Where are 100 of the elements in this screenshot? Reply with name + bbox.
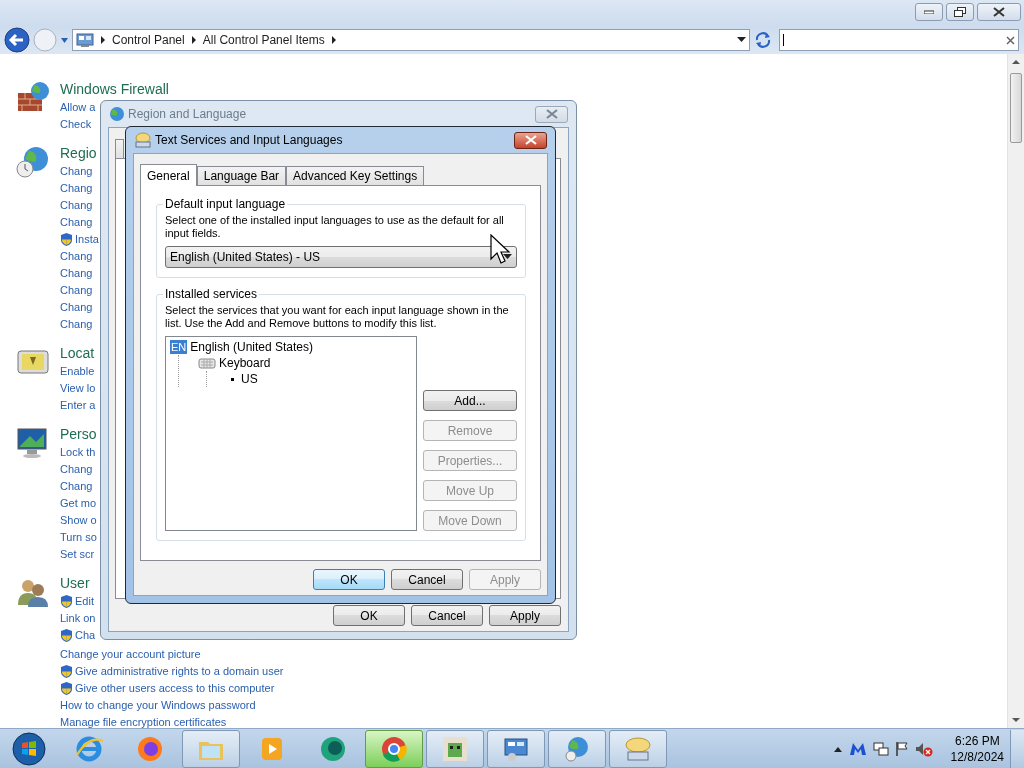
category-link[interactable]: Change your account picture <box>60 646 201 663</box>
tab[interactable]: General <box>140 164 197 186</box>
category-link[interactable]: Chang <box>60 248 93 265</box>
taskbar-button[interactable] <box>365 729 423 768</box>
category-link[interactable]: Show o <box>60 512 97 529</box>
dropdown-icon <box>503 254 512 260</box>
globe-icon <box>109 106 125 122</box>
window-title: Text Services and Input Languages <box>155 132 344 149</box>
tab[interactable]: Advanced Key Settings <box>286 166 425 185</box>
category-link[interactable]: Chang <box>60 197 93 214</box>
taskbar-button[interactable] <box>487 729 545 768</box>
dialog-button[interactable]: Cancel <box>411 605 483 626</box>
close-icon <box>993 7 1005 17</box>
text-cursor <box>783 33 785 47</box>
taskbar-button[interactable] <box>426 729 484 768</box>
restore-icon <box>954 7 966 17</box>
group-description: Select the services that you want for each input language shown in the list. Use the Add and Remove buttons to modify this list. <box>165 304 510 330</box>
back-button[interactable] <box>4 27 30 53</box>
category-link[interactable]: Lock th <box>60 444 96 461</box>
scrollbar-thumb[interactable] <box>1010 73 1022 143</box>
taskbar-button[interactable] <box>182 729 240 768</box>
network-icon[interactable] <box>872 740 889 757</box>
flag-icon[interactable] <box>894 740 909 757</box>
category-link[interactable]: Get mo <box>60 495 97 512</box>
keyboard-icon <box>198 356 216 370</box>
category-title[interactable]: Locat <box>60 343 95 363</box>
close-button[interactable] <box>977 3 1021 21</box>
search-field[interactable] <box>779 29 1019 51</box>
tab[interactable] <box>115 139 124 158</box>
refresh-icon[interactable] <box>753 30 773 50</box>
category-link[interactable]: Turn so <box>60 529 97 546</box>
category-link[interactable]: Insta <box>60 231 99 248</box>
category-link[interactable]: Check <box>60 116 92 133</box>
language-dropdown[interactable]: English (United States) - US <box>165 246 517 268</box>
monitor-icon <box>16 426 50 460</box>
chevron-icon[interactable] <box>190 36 197 44</box>
close-icon <box>524 135 537 145</box>
category-link[interactable]: Allow a <box>60 99 96 116</box>
address-field[interactable]: Control Panel All Control Panel Items <box>72 29 750 51</box>
taskbar-button[interactable] <box>548 729 606 768</box>
dropdown-icon[interactable] <box>737 37 746 43</box>
category-title[interactable]: User <box>60 573 90 593</box>
clock-date: 12/8/2024 <box>950 748 1004 765</box>
category-link[interactable]: Set scr <box>60 546 95 563</box>
breadcrumb-item[interactable]: All Control Panel Items <box>202 31 325 49</box>
category-link[interactable]: Chang <box>60 214 93 231</box>
category-title[interactable]: Windows Firewall <box>60 79 169 99</box>
category-link[interactable]: Chang <box>60 461 93 478</box>
chevron-icon[interactable] <box>100 36 106 44</box>
category-link[interactable]: How to change your Windows password <box>60 697 256 714</box>
group-label: Default input language <box>163 197 288 212</box>
history-dropdown-icon[interactable] <box>60 36 69 44</box>
dialog-button[interactable]: Add... <box>423 390 517 411</box>
app-icon <box>319 734 347 763</box>
shield-icon <box>60 682 73 695</box>
category-link[interactable]: Edit <box>60 593 94 610</box>
category-link[interactable]: Chang <box>60 163 93 180</box>
category-link[interactable]: Manage file encryption certificates <box>60 714 227 731</box>
shield-icon <box>60 629 73 642</box>
window-title: Region and Language <box>128 106 248 123</box>
category-link[interactable]: Cha <box>60 627 96 644</box>
category-link[interactable]: Give administrative rights to a domain user <box>60 663 284 680</box>
category-title[interactable]: Perso <box>60 424 97 444</box>
breadcrumb-item[interactable]: Control Panel <box>112 31 185 49</box>
category-link[interactable]: Chang <box>60 265 93 282</box>
tree-item[interactable]: US <box>226 371 412 387</box>
category-link[interactable]: View lo <box>60 380 96 397</box>
close-icon <box>545 109 558 119</box>
category-title[interactable]: Regio <box>60 143 97 163</box>
dialog-button[interactable]: Apply <box>489 605 561 626</box>
dialog-button[interactable]: Cancel <box>391 569 463 590</box>
dialog-button[interactable]: OK <box>333 605 405 626</box>
category-link[interactable]: Chang <box>60 478 93 495</box>
minimize-icon <box>924 10 934 14</box>
category-link[interactable]: Chang <box>60 299 93 316</box>
category-link[interactable]: Give other users access to this computer <box>60 680 275 697</box>
category-link[interactable]: Chang <box>60 282 93 299</box>
restore-button[interactable] <box>946 3 974 21</box>
dialog-button[interactable]: OK <box>313 569 385 590</box>
category-link[interactable]: Enter a <box>60 397 96 414</box>
browser-icon <box>75 734 103 763</box>
category-link[interactable]: Enable <box>60 363 95 380</box>
chevron-icon[interactable] <box>330 36 337 44</box>
group-description: Select one of the installed input languages to use as the default for all input fields. <box>165 214 505 240</box>
control-panel-icon <box>76 32 94 48</box>
shield-icon <box>60 665 73 678</box>
clear-icon[interactable] <box>1006 35 1015 45</box>
tree-item[interactable]: EN English (United States) <box>170 339 412 355</box>
category-link[interactable]: Chang <box>60 316 93 333</box>
tree-view[interactable]: EN English (United States) Keyboard US <box>165 336 417 531</box>
category-link[interactable]: Chang <box>60 180 93 197</box>
globe-clock-icon <box>563 734 591 763</box>
close-button[interactable] <box>514 131 547 149</box>
shield-icon <box>60 595 73 608</box>
taskbar-button[interactable] <box>609 729 667 768</box>
browser-icon <box>136 734 164 763</box>
tab[interactable]: Language Bar <box>196 166 287 185</box>
block-icon <box>441 734 469 763</box>
category-link[interactable]: Link on <box>60 610 96 627</box>
tree-item[interactable]: Keyboard <box>198 355 412 371</box>
